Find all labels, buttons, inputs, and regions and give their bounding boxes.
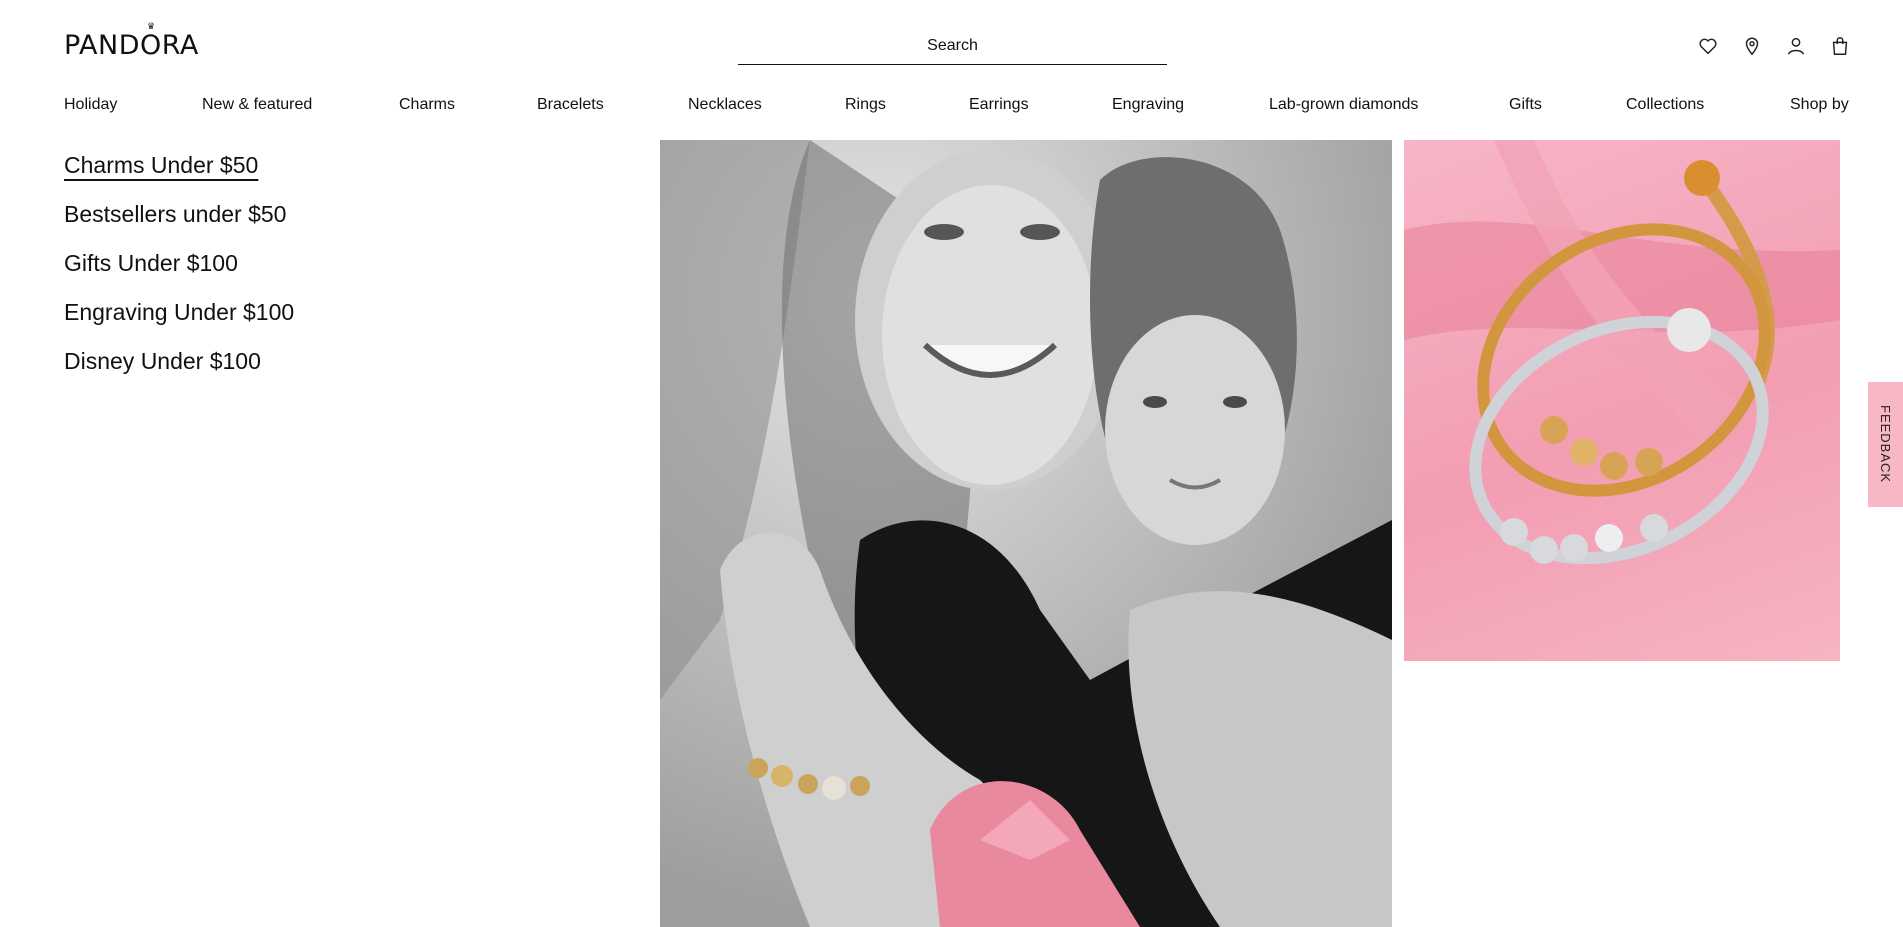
pandora-logo[interactable]: ♛ PANDORA [64,22,199,61]
search-placeholder: Search [927,37,978,54]
nav-item-holiday[interactable]: Holiday [64,96,117,114]
nav-item-earrings[interactable]: Earrings [969,96,1029,114]
nav-item-engraving[interactable]: Engraving [1112,96,1184,114]
feedback-label: FEEDBACK [1878,405,1893,484]
submenu-item-gifts-under-100[interactable]: Gifts Under $100 [64,250,294,277]
promo-image-bracelets-pink[interactable] [1404,140,1840,661]
header-icons [1697,34,1851,58]
promo-photo-illustration [660,140,1392,927]
nav-item-bracelets[interactable]: Bracelets [537,96,604,114]
location-pin-icon[interactable] [1741,34,1763,58]
nav-item-new-featured[interactable]: New & featured [202,96,312,114]
submenu-item-charms-under-50[interactable]: Charms Under $50 [64,152,294,179]
user-icon[interactable] [1785,34,1807,58]
feedback-tab[interactable]: FEEDBACK [1868,382,1903,507]
holiday-submenu: Charms Under $50 Bestsellers under $50 G… [64,152,294,397]
nav-item-collections[interactable]: Collections [1626,96,1704,114]
search-input[interactable]: Search [738,37,1167,65]
main-nav: Holiday New & featured Charms Bracelets … [0,94,1903,118]
crown-icon: ♛ [147,22,156,32]
submenu-item-engraving-under-100[interactable]: Engraving Under $100 [64,299,294,326]
submenu-item-disney-under-100[interactable]: Disney Under $100 [64,348,294,375]
nav-item-necklaces[interactable]: Necklaces [688,96,762,114]
nav-item-rings[interactable]: Rings [845,96,886,114]
bracelets-illustration [1404,140,1840,565]
heart-icon[interactable] [1697,34,1719,58]
nav-item-charms[interactable]: Charms [399,96,455,114]
nav-item-shop-by[interactable]: Shop by [1790,96,1849,114]
nav-item-lab-grown-diamonds[interactable]: Lab-grown diamonds [1269,96,1418,114]
promo-image-mother-daughter[interactable] [660,140,1392,927]
logo-text: PANDORA [64,30,199,61]
nav-item-gifts[interactable]: Gifts [1509,96,1542,114]
site-header: ♛ PANDORA Search [0,0,1903,94]
submenu-item-bestsellers-under-50[interactable]: Bestsellers under $50 [64,201,294,228]
shopping-bag-icon[interactable] [1829,34,1851,58]
